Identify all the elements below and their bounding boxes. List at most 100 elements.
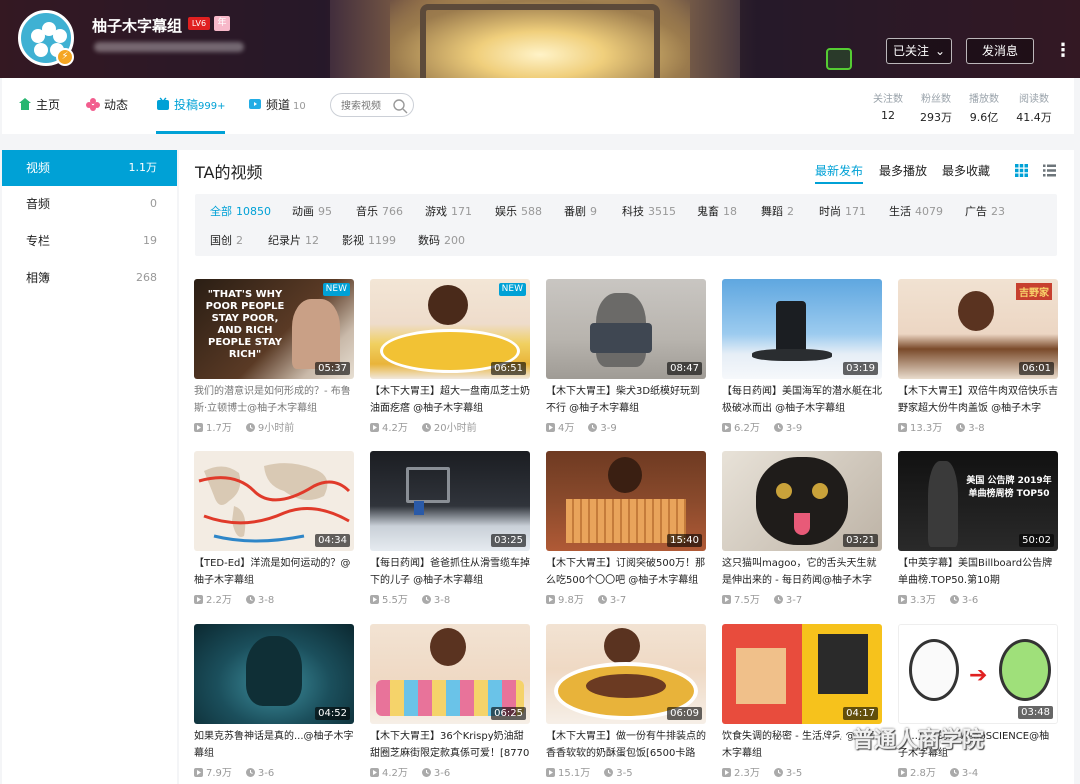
message-button[interactable]: 发消息 <box>966 38 1034 64</box>
stat-following[interactable]: 关注数 12 <box>868 90 908 122</box>
video-thumbnail[interactable]: ➔ 03:48 <box>898 624 1058 724</box>
video-thumbnail[interactable]: 03:25 <box>370 451 530 551</box>
video-thumbnail[interactable]: 吉野家 06:01 <box>898 279 1058 379</box>
filter-kichiku[interactable]: 鬼畜 18 <box>697 203 737 219</box>
publish-time: 3-6 <box>433 768 451 779</box>
filter-entertainment[interactable]: 娱乐 588 <box>495 203 542 219</box>
video-title[interactable]: 【每日药闻】爸爸抓住从滑雪缆车掉下的儿子 @柚子木字幕组 <box>370 555 530 589</box>
sort-latest[interactable]: 最新发布 <box>815 162 864 184</box>
filter-dance[interactable]: 舞蹈 2 <box>761 203 794 219</box>
filter-count: 1199 <box>368 234 396 247</box>
new-badge: NEW <box>322 283 350 296</box>
video-thumbnail[interactable]: 15:40 <box>546 451 706 551</box>
filter-label: 全部 <box>210 205 232 218</box>
tab-home[interactable]: 主页 <box>18 78 60 134</box>
video-title[interactable]: 【TED-Ed】洋流是如何运动的？@柚子木字幕组 <box>194 555 354 589</box>
video-thumbnail[interactable]: 06:25 <box>370 624 530 724</box>
tab-channel[interactable]: 频道 10 <box>248 78 306 134</box>
grid-view-icon[interactable] <box>1015 164 1028 177</box>
sidebar-item-audio[interactable]: 音频 0 <box>2 186 177 222</box>
sidebar-item-album[interactable]: 相簿 268 <box>2 260 177 296</box>
video-card[interactable]: 04:34 【TED-Ed】洋流是如何运动的？@柚子木字幕组 2.2万 3-8 <box>194 451 354 611</box>
video-meta: 15.1万 3-5 <box>546 764 633 779</box>
video-thumbnail[interactable]: 06:09 <box>546 624 706 724</box>
more-options-icon[interactable]: ⋮ <box>1054 40 1072 62</box>
video-title[interactable]: 我们的潜意识是如何形成的？- 布鲁斯·立顿博士@柚子木字幕组 <box>194 383 354 417</box>
video-card[interactable]: 15:40 【木下大胃王】订阅突破500万！那么吃500个〇〇吧 @柚子木字幕组… <box>546 451 706 611</box>
filter-label: 音乐 <box>356 205 378 218</box>
video-thumbnail[interactable]: NEW 06:51 <box>370 279 530 379</box>
submarine-hull <box>752 349 832 361</box>
video-title[interactable]: 【木下大胃王】双倍牛肉双倍快乐吉野家超大份牛肉盖饭 @柚子木字 <box>898 383 1058 417</box>
video-thumbnail[interactable]: 04:17 <box>722 624 882 724</box>
video-thumbnail[interactable]: 03:21 <box>722 451 882 551</box>
tab-dynamic-label: 动态 <box>104 98 129 112</box>
video-card[interactable]: 03:25 【每日药闻】爸爸抓住从滑雪缆车掉下的儿子 @柚子木字幕组 5.5万 3… <box>370 451 530 611</box>
filter-fashion[interactable]: 时尚 171 <box>819 203 866 219</box>
filter-all[interactable]: 全部 10850 <box>210 203 271 219</box>
search-icon[interactable] <box>392 98 408 114</box>
tab-dynamic[interactable]: 动态 <box>86 78 128 134</box>
stat-reads-value: 41.4万 <box>1016 111 1052 124</box>
sort-most-played[interactable]: 最多播放 <box>879 162 927 179</box>
stat-fans[interactable]: 粉丝数 293万 <box>914 90 958 125</box>
video-thumbnail[interactable]: 03:19 <box>722 279 882 379</box>
filter-animation[interactable]: 动画 95 <box>292 203 332 219</box>
video-thumbnail[interactable]: 04:34 <box>194 451 354 551</box>
video-duration: 06:09 <box>667 707 702 720</box>
video-card[interactable]: ➔ 03:48 【…】…的… AsapSCIENCE@柚子木字幕组 2.8万 3-… <box>898 624 1058 784</box>
video-card[interactable]: 06:25 【木下大胃王】36个Krispy奶油甜甜圈芝麻街限定款真係可爱！[8… <box>370 624 530 784</box>
host-figure <box>430 628 466 666</box>
filter-count: 588 <box>521 205 542 218</box>
filter-game[interactable]: 游戏 171 <box>425 203 472 219</box>
video-title[interactable]: 【中英字幕】美国Billboard公告牌单曲榜.TOP50.第10期 <box>898 555 1058 589</box>
avatar[interactable]: ⚡ <box>18 10 74 66</box>
video-title[interactable]: 【木下大胃王】订阅突破500万！那么吃500个〇〇吧 @柚子木字幕组 <box>546 555 706 589</box>
filter-tech[interactable]: 科技 3515 <box>622 203 676 219</box>
publish-time: 20小时前 <box>433 423 477 434</box>
sidebar-item-article[interactable]: 专栏 19 <box>2 223 177 259</box>
video-title[interactable]: 【每日药闻】美国海军的潜水艇在北极破冰而出 @柚子木字幕组 <box>722 383 882 417</box>
filter-documentary[interactable]: 纪录片 12 <box>268 232 319 248</box>
filter-ads[interactable]: 广告 23 <box>965 203 1005 219</box>
tab-contribute[interactable]: 投稿999+ <box>156 78 226 134</box>
follow-button[interactable]: 已关注 ⌄ <box>886 38 952 64</box>
filter-digital[interactable]: 数码 200 <box>418 232 465 248</box>
video-card[interactable]: 06:09 【木下大胃王】做一份有牛排装点的香香软软的奶酥蛋包饭[6500卡路 … <box>546 624 706 784</box>
filter-count: 9 <box>590 205 597 218</box>
video-meta: 2.2万 3-8 <box>194 591 274 606</box>
filter-film[interactable]: 影视 1199 <box>342 232 396 248</box>
video-card[interactable]: "THAT'S WHY POOR PEOPLE STAY POOR, AND R… <box>194 279 354 439</box>
video-duration: 03:48 <box>1018 706 1053 719</box>
filter-life[interactable]: 生活 4079 <box>889 203 943 219</box>
list-view-icon[interactable] <box>1043 164 1056 177</box>
filter-bangumi[interactable]: 番剧 9 <box>564 203 597 219</box>
play-count-icon <box>546 595 555 604</box>
video-title[interactable]: 【木下大胃王】做一份有牛排装点的香香软软的奶酥蛋包饭[6500卡路 <box>546 728 706 762</box>
video-title[interactable]: 这只猫叫magoo，它的舌头天生就是伸出来的 - 每日药闻@柚子木字 <box>722 555 882 589</box>
video-title[interactable]: 【木下大胃王】36个Krispy奶油甜甜圈芝麻街限定款真係可爱！[8770 <box>370 728 530 762</box>
video-title[interactable]: 【木下大胃王】超大一盘南瓜芝士奶油面疙瘩 @柚子木字幕组 <box>370 383 530 417</box>
video-meta: 4.2万 20小时前 <box>370 419 477 434</box>
video-title[interactable]: 如果克苏鲁神话是真的...@柚子木字幕组 <box>194 728 354 762</box>
video-card[interactable]: 04:52 如果克苏鲁神话是真的...@柚子木字幕组 7.9万 3-6 <box>194 624 354 784</box>
video-card[interactable]: 03:21 这只猫叫magoo，它的舌头天生就是伸出来的 - 每日药闻@柚子木字… <box>722 451 882 611</box>
play-count: 15.1万 <box>558 768 591 779</box>
video-thumbnail[interactable]: 08:47 <box>546 279 706 379</box>
video-card[interactable]: 03:19 【每日药闻】美国海军的潜水艇在北极破冰而出 @柚子木字幕组 6.2万… <box>722 279 882 439</box>
sidebar-item-video[interactable]: 视频 1.1万 <box>2 150 177 186</box>
video-card[interactable]: NEW 06:51 【木下大胃王】超大一盘南瓜芝士奶油面疙瘩 @柚子木字幕组 4… <box>370 279 530 439</box>
video-thumbnail[interactable]: 04:52 <box>194 624 354 724</box>
video-card[interactable]: 04:17 饮食失调的秘密 - 生活辞典 @柚子木字幕组 2.3万 3-5 <box>722 624 882 784</box>
video-card[interactable]: 美国 公告牌 2019年单曲榜周榜 TOP50 50:02 【中英字幕】美国Bi… <box>898 451 1058 611</box>
play-count-icon <box>546 768 555 777</box>
filter-music[interactable]: 音乐 766 <box>356 203 403 219</box>
video-card[interactable]: 08:47 【木下大胃王】柴犬3D纸模好玩到不行 @柚子木字幕组 4万 3-9 <box>546 279 706 439</box>
video-title[interactable]: 【木下大胃王】柴犬3D纸模好玩到不行 @柚子木字幕组 <box>546 383 706 417</box>
video-thumbnail[interactable]: "THAT'S WHY POOR PEOPLE STAY POOR, AND R… <box>194 279 354 379</box>
filter-label: 国创 <box>210 234 232 247</box>
filter-guochuang[interactable]: 国创 2 <box>210 232 243 248</box>
sort-most-favorited[interactable]: 最多收藏 <box>942 162 990 179</box>
video-thumbnail[interactable]: 美国 公告牌 2019年单曲榜周榜 TOP50 50:02 <box>898 451 1058 551</box>
video-card[interactable]: 吉野家 06:01 【木下大胃王】双倍牛肉双倍快乐吉野家超大份牛肉盖饭 @柚子木… <box>898 279 1058 439</box>
